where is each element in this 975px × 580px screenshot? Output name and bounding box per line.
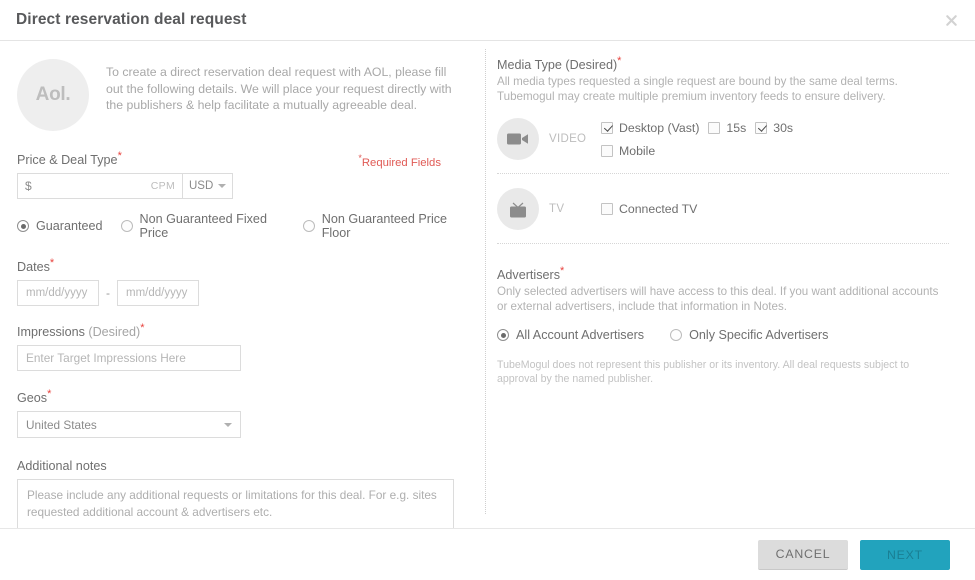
dialog-body: Aol. To create a direct reservation deal… [0, 41, 975, 528]
currency-symbol: $ [25, 179, 32, 193]
tv-options: Connected TV [601, 202, 949, 216]
next-button[interactable]: NEXT [860, 539, 950, 570]
impressions-input[interactable]: Enter Target Impressions Here [17, 345, 241, 371]
chevron-down-icon [224, 422, 232, 427]
checkbox-15s[interactable]: 15s [708, 121, 746, 135]
deal-type-option-non-guaranteed-price-floor[interactable]: Non Guaranteed Price Floor [302, 212, 465, 240]
checkbox-30s[interactable]: 30s [755, 121, 793, 135]
video-camera-icon [497, 118, 539, 160]
dialog-footer: CANCEL NEXT [0, 528, 975, 580]
tv-options-line-1: Connected TV [601, 202, 949, 216]
media-label-tv: TV [549, 203, 565, 215]
left-column: Aol. To create a direct reservation deal… [0, 41, 485, 528]
advertisers-radio-group: All Account Advertisers Only Specific Ad… [497, 328, 949, 342]
intro-description: To create a direct reservation deal requ… [106, 65, 452, 112]
radio-icon [670, 329, 683, 341]
price-deal-type-block: Price & Deal Type* *Required Fields $ CP… [17, 150, 465, 240]
media-row-video: VIDEO Desktop (Vast) 15s 30s Mobile [497, 104, 949, 174]
dates-label: Dates* [17, 256, 55, 274]
column-divider [485, 49, 486, 514]
price-unit-label: CPM [150, 180, 175, 192]
geos-label: Geos* [17, 387, 52, 405]
radio-icon [497, 329, 509, 341]
additional-notes-label: Additional notes [17, 459, 107, 473]
media-label-video: VIDEO [549, 133, 587, 145]
checkbox-icon [708, 121, 721, 134]
additional-notes-block: Additional notes Please include any addi… [17, 459, 465, 528]
radio-only-specific-advertisers[interactable]: Only Specific Advertisers [670, 328, 828, 342]
chevron-down-icon [218, 184, 226, 188]
intro-block: Aol. To create a direct reservation deal… [17, 59, 465, 131]
dates-block: Dates* mm/dd/yyyy - mm/dd/yyyy [17, 256, 465, 306]
media-type-title: Media Type (Desired)* [497, 54, 622, 72]
direct-reservation-dialog: Direct reservation deal request Aol. To … [0, 0, 975, 580]
checkbox-icon [601, 144, 613, 157]
checkbox-icon [601, 203, 613, 215]
aol-logo: Aol. [17, 59, 89, 131]
video-options: Desktop (Vast) 15s 30s Mobile [601, 121, 949, 158]
geos-select[interactable]: United States [17, 411, 241, 438]
page-title: Direct reservation deal request [16, 11, 247, 28]
radio-label: Only Specific Advertisers [689, 328, 829, 342]
deal-type-option-guaranteed[interactable]: Guaranteed [17, 219, 103, 233]
end-date-input[interactable]: mm/dd/yyyy [117, 280, 199, 306]
start-date-input[interactable]: mm/dd/yyyy [17, 280, 99, 306]
additional-notes-textarea[interactable]: Please include any additional requests o… [17, 479, 454, 528]
checkbox-label: Connected TV [619, 202, 698, 216]
checkbox-connected-tv[interactable]: Connected TV [601, 202, 697, 216]
checkbox-label: Mobile [619, 143, 656, 158]
television-icon [497, 188, 539, 230]
deal-type-label: Guaranteed [36, 219, 103, 233]
geos-block: Geos* United States [17, 387, 465, 438]
right-column: Media Type (Desired)* All media types re… [485, 41, 975, 528]
video-options-line-1: Desktop (Vast) 15s 30s [601, 121, 949, 135]
video-options-line-2: Mobile [601, 144, 949, 158]
currency-value: USD [189, 180, 214, 192]
advertisers-description: Only selected advertisers will have acce… [497, 285, 939, 313]
advertisers-disclaimer: TubeMogul does not represent this publis… [497, 359, 910, 385]
currency-select[interactable]: USD [182, 173, 233, 199]
checkbox-mobile[interactable]: Mobile [601, 144, 655, 158]
checkbox-icon [755, 121, 768, 134]
checkbox-label: 15s [726, 120, 747, 135]
geos-value: United States [26, 417, 97, 432]
checkbox-desktop-vast[interactable]: Desktop (Vast) [601, 121, 699, 135]
impressions-block: Impressions (Desired)* Enter Target Impr… [17, 321, 465, 371]
radio-icon [120, 220, 133, 232]
checkbox-label: Desktop (Vast) [619, 120, 700, 135]
dialog-header: Direct reservation deal request [0, 0, 975, 41]
deal-type-label: Non Guaranteed Price Floor [321, 212, 448, 240]
additional-notes-placeholder: Please include any additional requests o… [27, 488, 437, 519]
close-icon[interactable] [941, 10, 961, 30]
radio-icon [17, 220, 29, 232]
checkbox-label: 30s [773, 120, 794, 135]
price-row: $ CPM USD [17, 173, 465, 199]
media-type-description: All media types requested a single reque… [497, 75, 898, 103]
date-separator: - [106, 286, 110, 300]
impressions-label: Impressions (Desired)* [17, 321, 145, 339]
radio-all-account-advertisers[interactable]: All Account Advertisers [497, 328, 644, 342]
advertisers-title: Advertisers* [497, 264, 565, 282]
deal-type-radio-group: Guaranteed Non Guaranteed Fixed Price No… [17, 212, 465, 240]
required-fields-note: *Required Fields [358, 153, 441, 169]
price-input[interactable]: $ CPM [17, 173, 182, 199]
media-row-tv: TV Connected TV [497, 174, 949, 244]
deal-type-label: Non Guaranteed Fixed Price [139, 212, 267, 240]
dates-row: mm/dd/yyyy - mm/dd/yyyy [17, 280, 465, 306]
cancel-button[interactable]: CANCEL [758, 539, 848, 570]
checkbox-icon [601, 121, 613, 134]
radio-icon [302, 220, 315, 232]
deal-type-option-non-guaranteed-fixed-price[interactable]: Non Guaranteed Fixed Price [120, 212, 285, 240]
radio-label: All Account Advertisers [516, 328, 645, 342]
advertisers-block: Advertisers* Only selected advertisers w… [497, 264, 949, 386]
